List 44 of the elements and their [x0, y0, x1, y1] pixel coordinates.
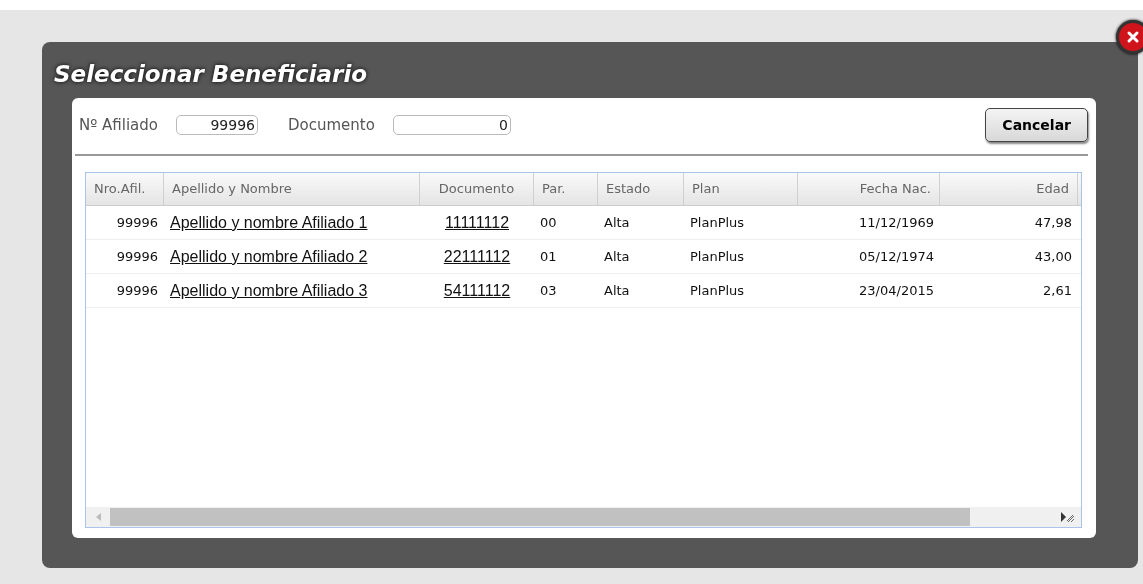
table-cell: 2,61 — [1043, 283, 1072, 298]
column-header[interactable]: Plan — [684, 173, 798, 205]
table-cell: 99996 — [116, 215, 158, 230]
table-cell: 05/12/1974 — [859, 249, 934, 264]
table-cell: Alta — [604, 283, 630, 298]
table-cell: Alta — [604, 215, 630, 230]
table-cell: PlanPlus — [690, 249, 745, 264]
table-cell: Alta — [604, 249, 630, 264]
horizontal-scrollbar[interactable] — [86, 507, 1081, 527]
close-button[interactable] — [1116, 20, 1143, 54]
table-cell: 43,00 — [1034, 249, 1072, 264]
name-link[interactable]: Apellido y nombre Afiliado 3 — [170, 281, 368, 299]
resize-grip-icon[interactable] — [1061, 512, 1075, 522]
column-header[interactable]: Estado — [598, 173, 684, 205]
table-cell: PlanPlus — [690, 215, 745, 230]
table-cell: 03 — [540, 283, 557, 298]
input-field[interactable]: 99996 — [176, 115, 258, 135]
scroll-left-icon[interactable] — [96, 513, 102, 521]
document-link[interactable]: 11111112 — [444, 213, 510, 231]
column-header[interactable]: Par. — [534, 173, 598, 205]
column-header[interactable]: Fecha Nac. — [798, 173, 940, 205]
document-link[interactable]: 22111112 — [443, 247, 511, 265]
column-header[interactable]: Apellido y Nombre — [164, 173, 420, 205]
table-cell: 99996 — [116, 283, 158, 298]
name-link[interactable]: Apellido y nombre Afiliado 2 — [170, 247, 368, 265]
dialog-title: Seleccionar Beneficiario — [54, 60, 369, 89]
name-link[interactable]: Apellido y nombre Afiliado 1 — [170, 213, 368, 231]
close-icon — [1126, 30, 1140, 44]
table-cell: 11/12/1969 — [859, 215, 934, 230]
column-header[interactable]: Edad — [940, 173, 1078, 205]
column-header[interactable]: Documento — [420, 173, 534, 205]
scroll-thumb[interactable] — [110, 508, 970, 526]
table-cell: 99996 — [116, 249, 158, 264]
column-header[interactable]: Nro.Afil. — [86, 173, 164, 205]
input-field[interactable]: 0 — [392, 115, 511, 135]
table-cell: 23/04/2015 — [859, 283, 934, 298]
field-label: Documento — [288, 116, 375, 134]
cancel-button[interactable]: Cancelar — [985, 108, 1088, 142]
table-cell: 01 — [540, 249, 557, 264]
document-link[interactable]: 54111112 — [443, 281, 511, 299]
table-cell: 47,98 — [1034, 215, 1072, 230]
field-label: Nº Afiliado — [79, 116, 158, 134]
table-cell: PlanPlus — [690, 283, 745, 298]
table-cell: 00 — [540, 215, 557, 230]
